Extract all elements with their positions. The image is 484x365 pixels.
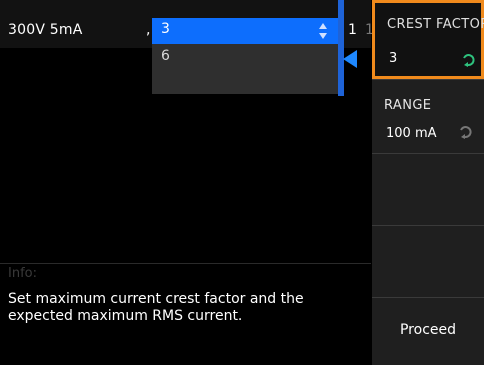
updown-arrows-icon [319,23,327,39]
range-label: 300V 5mA [8,22,83,38]
softkey-value: 3 [389,51,398,66]
main-display: 300V 5mA , 1 1 3 6 Info: Set maximum cur… [0,0,374,365]
softkey-title: RANGE [384,98,432,113]
softkey-title: CREST FACTOR [387,17,484,32]
softkey-crest-factor[interactable]: CREST FACTOR 3 [372,0,484,79]
dropdown-option-label: 3 [161,21,170,37]
softkey-value: 100 mA [386,126,437,141]
dropdown-option-label: 6 [161,48,170,64]
info-text: Set maximum current crest factor and the… [8,291,304,324]
dropdown-option[interactable]: 6 [152,44,338,68]
crest-factor-dropdown[interactable]: 3 6 [152,18,338,94]
range-separator: , [146,22,151,38]
info-title: Info: [8,266,37,281]
status-number: 1 [348,22,357,38]
selection-indicator-bar [338,0,344,96]
proceed-button-label: Proceed [399,322,457,338]
info-divider [0,263,371,264]
rotary-knob-icon [460,126,472,139]
rotary-knob-icon [463,54,475,67]
softkey-range[interactable]: RANGE 100 mA [372,79,484,153]
softkey-proceed[interactable]: Proceed [372,297,484,365]
softkey-empty-3[interactable] [372,153,484,225]
softkey-panel: CREST FACTOR 3 RANGE 100 mA Proceed [372,0,484,365]
dropdown-option-selected[interactable]: 3 [152,18,338,44]
pointer-triangle-icon [343,50,357,68]
softkey-empty-4[interactable] [372,225,484,297]
